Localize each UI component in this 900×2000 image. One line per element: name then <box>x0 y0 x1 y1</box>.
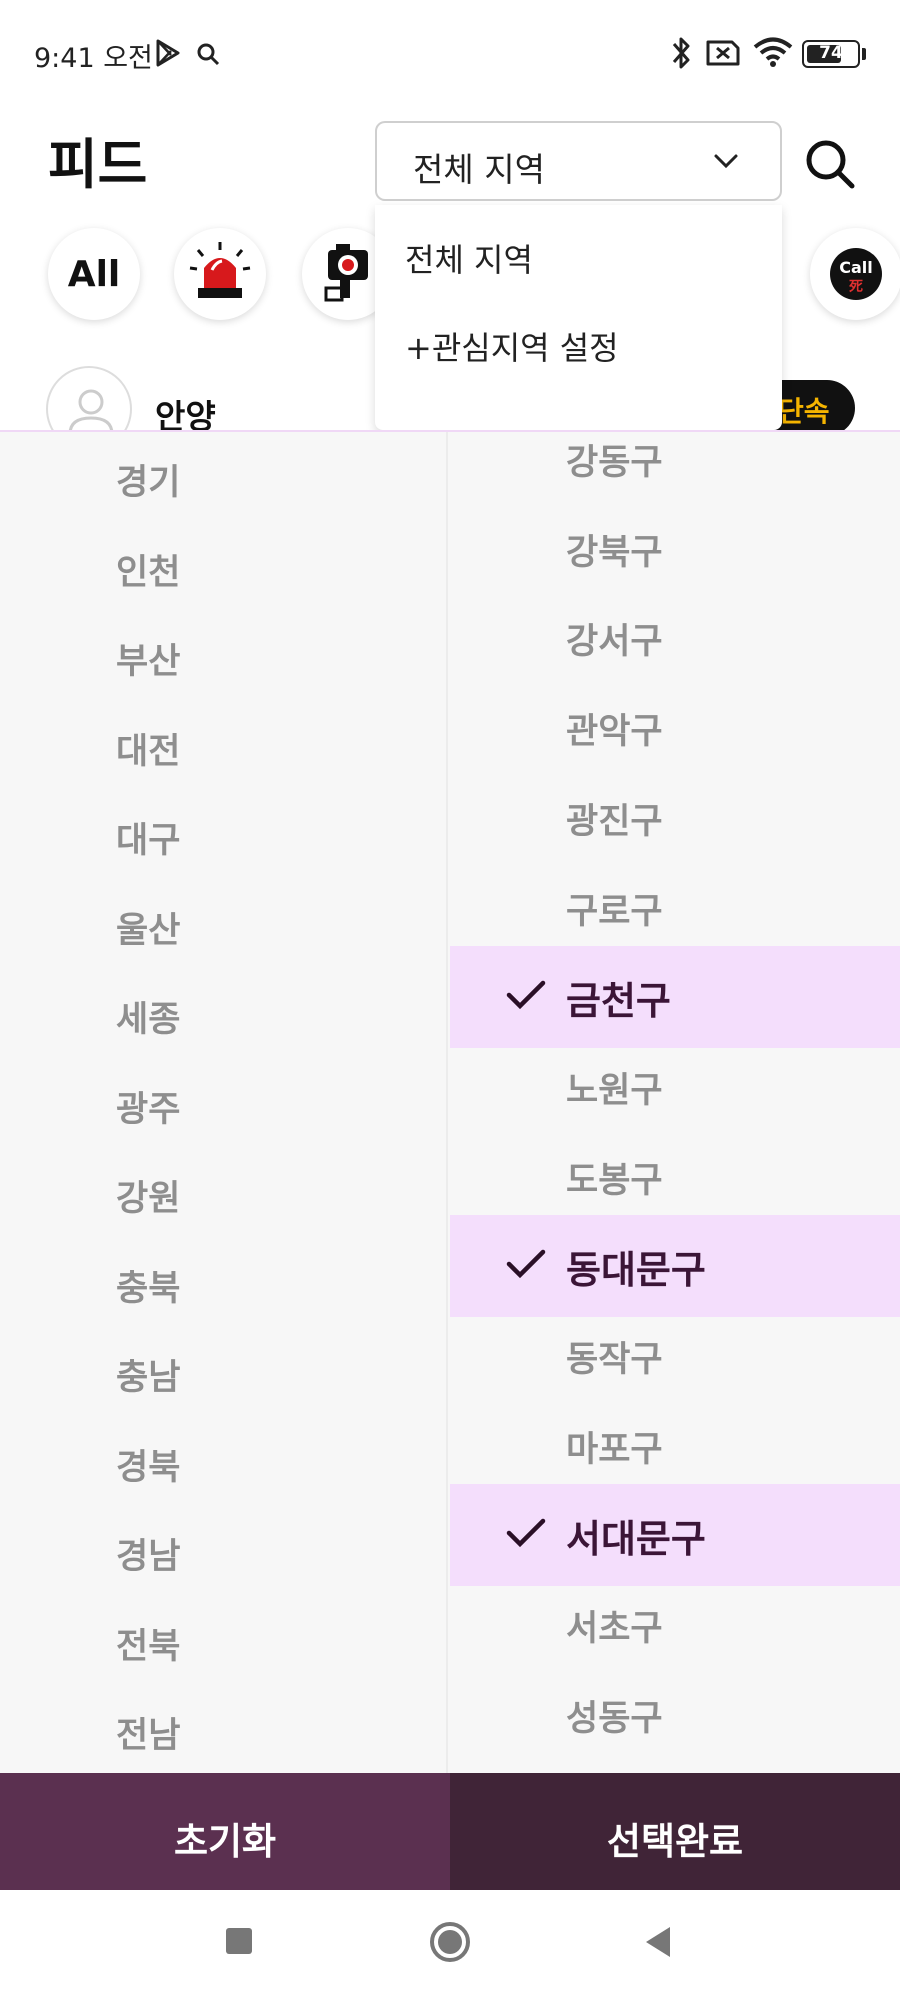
district-label: 강동구 <box>566 443 663 483</box>
province-item[interactable]: 세종 <box>116 991 180 1051</box>
district-item[interactable]: 노원구 <box>450 1036 900 1138</box>
district-label: 광진구 <box>566 801 663 842</box>
region-dropdown-menu: 전체 지역 +관심지역 설정 <box>375 205 782 430</box>
search-icon[interactable] <box>800 134 860 194</box>
district-item[interactable]: 동작구 <box>450 1305 900 1407</box>
siren-icon <box>189 242 251 298</box>
district-label: 노원구 <box>566 1070 663 1111</box>
province-item[interactable]: 충남 <box>116 1349 180 1409</box>
province-item[interactable]: 충북 <box>116 1260 180 1320</box>
battery-level: 74 <box>819 43 843 63</box>
district-label: 성동구 <box>566 1698 663 1739</box>
screen: 9:41 오전 74 피드 전체 지역 All Call 死 안양 단속 전체 … <box>0 0 900 2000</box>
district-item[interactable]: 금천구 <box>450 946 900 1049</box>
battery-tip <box>862 48 866 60</box>
done-button[interactable]: 선택완료 <box>450 1773 900 1890</box>
no-sim-icon <box>706 40 740 66</box>
check-icon <box>506 1519 546 1548</box>
region-select[interactable]: 전체 지역 <box>375 121 782 201</box>
province-item[interactable]: 인천 <box>116 544 180 604</box>
region-picker: 경기인천부산대전대구울산세종광주강원충북충남경북경남전북전남 강동구강북구강서구… <box>0 430 900 1773</box>
reset-button[interactable]: 초기화 <box>0 1773 450 1890</box>
district-item[interactable]: 마포구 <box>450 1395 900 1497</box>
district-label: 금천구 <box>566 979 671 1024</box>
reset-button-label: 초기화 <box>173 1820 277 1863</box>
back-icon[interactable] <box>642 1924 674 1960</box>
province-item[interactable]: 전북 <box>116 1618 180 1678</box>
district-item[interactable]: 서초구 <box>450 1574 900 1676</box>
district-label: 동대문구 <box>566 1248 706 1293</box>
district-label: 구로구 <box>566 891 663 932</box>
province-item[interactable]: 강원 <box>116 1170 180 1230</box>
category-call[interactable]: Call 死 <box>810 228 900 320</box>
category-all-label: All <box>67 254 121 295</box>
district-item[interactable]: 광진구 <box>450 767 900 869</box>
region-select-value: 전체 지역 <box>413 150 545 189</box>
district-item[interactable]: 동대문구 <box>450 1215 900 1318</box>
district-item[interactable]: 도봉구 <box>450 1126 900 1228</box>
province-item[interactable]: 부산 <box>116 633 180 693</box>
home-icon[interactable] <box>428 1920 472 1964</box>
district-label: 서대문구 <box>566 1517 706 1562</box>
check-icon <box>506 980 546 1010</box>
done-button-label: 선택완료 <box>606 1820 744 1863</box>
province-item[interactable]: 경남 <box>116 1528 180 1588</box>
call-sub-label: 死 <box>849 279 863 295</box>
province-item[interactable]: 대전 <box>116 723 180 783</box>
category-all[interactable]: All <box>48 228 140 320</box>
district-item[interactable]: 서대문구 <box>450 1484 900 1587</box>
district-item[interactable]: 강서구 <box>450 587 900 689</box>
province-item[interactable]: 전남 <box>116 1707 180 1767</box>
dropdown-item-set-interest[interactable]: +관심지역 설정 <box>405 323 619 369</box>
district-item[interactable]: 구로구 <box>450 857 900 959</box>
province-list[interactable]: 경기인천부산대전대구울산세종광주강원충북충남경북경남전북전남 <box>0 432 448 1773</box>
district-item[interactable]: 강북구 <box>450 498 900 600</box>
district-label: 도봉구 <box>566 1160 663 1201</box>
province-item[interactable]: 울산 <box>116 902 180 962</box>
district-label: 마포구 <box>566 1429 663 1470</box>
province-item[interactable]: 대구 <box>116 812 180 872</box>
search-small-icon <box>197 43 220 66</box>
navigation-bar <box>0 1890 900 2000</box>
district-label: 동작구 <box>566 1340 663 1380</box>
district-item[interactable]: 관악구 <box>450 677 900 779</box>
wifi-icon <box>753 37 793 67</box>
district-label: 강서구 <box>566 622 663 663</box>
bluetooth-icon <box>672 37 690 69</box>
district-list[interactable]: 강동구강북구강서구관악구광진구구로구금천구노원구도봉구동대문구동작구마포구서대문… <box>450 432 900 1773</box>
district-label: 관악구 <box>566 712 663 753</box>
dropdown-item-all-regions[interactable]: 전체 지역 <box>405 235 533 281</box>
call-label: Call <box>839 258 873 277</box>
category-siren[interactable] <box>174 228 266 320</box>
play-store-icon <box>156 39 180 67</box>
province-item[interactable]: 경북 <box>116 1439 180 1499</box>
chevron-down-icon <box>714 154 738 169</box>
status-time: 9:41 오전 <box>34 43 153 74</box>
recent-apps-icon[interactable] <box>224 1926 254 1956</box>
battery-icon: 74 <box>802 40 860 68</box>
district-label: 서초구 <box>566 1609 663 1650</box>
province-item[interactable]: 광주 <box>116 1081 180 1141</box>
district-label: 강북구 <box>566 532 663 573</box>
status-badge-label: 단속 <box>778 395 830 428</box>
status-bar: 9:41 오전 74 <box>0 0 900 100</box>
district-item[interactable]: 성동구 <box>450 1664 900 1766</box>
check-icon <box>506 1250 546 1279</box>
page-title: 피드 <box>48 133 148 196</box>
province-item[interactable]: 경기 <box>116 454 180 514</box>
